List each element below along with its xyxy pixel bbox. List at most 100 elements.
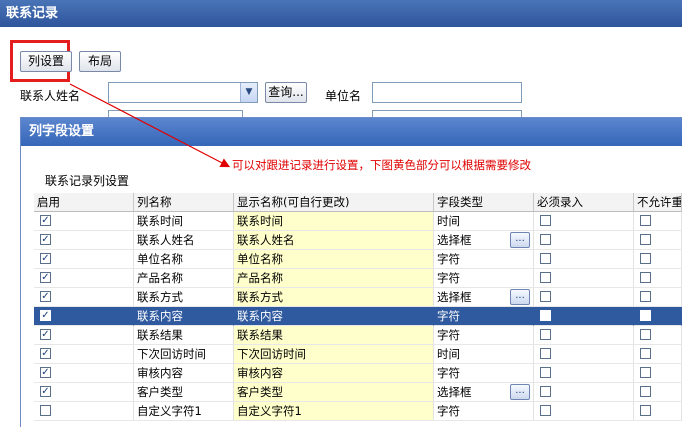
contact-name-combo[interactable]: ▼ (108, 82, 258, 103)
enabled-cell[interactable]: ✓ (34, 307, 134, 326)
required-checkbox[interactable] (540, 329, 551, 340)
chevron-down-icon[interactable]: ▼ (240, 83, 257, 102)
unique-checkbox[interactable] (640, 253, 651, 264)
display-name-cell[interactable]: 联系结果 (234, 326, 434, 345)
required-cell[interactable] (534, 307, 634, 326)
required-checkbox[interactable] (540, 310, 551, 321)
unique-cell[interactable] (634, 345, 682, 364)
unique-cell[interactable] (634, 383, 682, 402)
required-checkbox[interactable] (540, 234, 551, 245)
header-unique[interactable]: 不允许重复 (634, 193, 682, 212)
unique-cell[interactable] (634, 269, 682, 288)
enabled-cell[interactable]: ✓ (34, 383, 134, 402)
table-row[interactable]: ✓ 下次回访时间 下次回访时间 时间 (34, 345, 682, 364)
table-row[interactable]: ✓ 审核内容 审核内容 字符 (34, 364, 682, 383)
query-button[interactable]: 查询... (265, 82, 307, 103)
required-cell[interactable] (534, 402, 634, 421)
company-input[interactable] (372, 82, 522, 103)
unique-cell[interactable] (634, 326, 682, 345)
enabled-checkbox[interactable]: ✓ (40, 310, 51, 321)
unique-checkbox[interactable] (640, 291, 651, 302)
display-name-cell[interactable]: 联系人姓名 (234, 231, 434, 250)
unique-cell[interactable] (634, 212, 682, 231)
required-checkbox[interactable] (540, 405, 551, 416)
display-name-cell[interactable]: 联系时间 (234, 212, 434, 231)
required-cell[interactable] (534, 250, 634, 269)
display-name-cell[interactable]: 联系内容 (234, 307, 434, 326)
unique-checkbox[interactable] (640, 234, 651, 245)
enabled-checkbox[interactable]: ✓ (40, 367, 51, 378)
unique-checkbox[interactable] (640, 310, 651, 321)
unique-cell[interactable] (634, 402, 682, 421)
required-cell[interactable] (534, 288, 634, 307)
field-type-cell[interactable]: 选择框... (434, 383, 534, 402)
table-row[interactable]: ✓ 单位名称 单位名称 字符 (34, 250, 682, 269)
header-display-name[interactable]: 显示名称(可自行更改) (234, 193, 434, 212)
required-checkbox[interactable] (540, 367, 551, 378)
enabled-checkbox[interactable]: ✓ (40, 348, 51, 359)
layout-button[interactable]: 布局 (79, 51, 121, 72)
unique-checkbox[interactable] (640, 386, 651, 397)
table-row[interactable]: ✓ 联系内容 联系内容 字符 (34, 307, 682, 326)
table-row[interactable]: ✓ 客户类型 客户类型 选择框... (34, 383, 682, 402)
display-name-cell[interactable]: 下次回访时间 (234, 345, 434, 364)
unique-checkbox[interactable] (640, 272, 651, 283)
display-name-cell[interactable]: 联系方式 (234, 288, 434, 307)
display-name-cell[interactable]: 客户类型 (234, 383, 434, 402)
required-checkbox[interactable] (540, 348, 551, 359)
field-type-cell[interactable]: 字符 (434, 326, 534, 345)
required-checkbox[interactable] (540, 215, 551, 226)
unique-checkbox[interactable] (640, 367, 651, 378)
enabled-cell[interactable]: ✓ (34, 345, 134, 364)
enabled-cell[interactable]: ✓ (34, 231, 134, 250)
unique-checkbox[interactable] (640, 348, 651, 359)
required-cell[interactable] (534, 326, 634, 345)
required-cell[interactable] (534, 231, 634, 250)
required-cell[interactable] (534, 269, 634, 288)
header-column-name[interactable]: 列名称 (134, 193, 234, 212)
display-name-cell[interactable]: 单位名称 (234, 250, 434, 269)
enabled-cell[interactable]: ✓ (34, 364, 134, 383)
enabled-cell[interactable]: ✓ (34, 288, 134, 307)
ellipsis-icon[interactable]: ... (510, 232, 530, 248)
table-row[interactable]: 自定义字符1 自定义字符1 字符 (34, 402, 682, 421)
enabled-checkbox[interactable]: ✓ (40, 234, 51, 245)
enabled-checkbox[interactable]: ✓ (40, 272, 51, 283)
header-required[interactable]: 必须录入 (534, 193, 634, 212)
enabled-checkbox[interactable]: ✓ (40, 253, 51, 264)
required-cell[interactable] (534, 383, 634, 402)
header-field-type[interactable]: 字段类型 (434, 193, 534, 212)
unique-checkbox[interactable] (640, 405, 651, 416)
field-type-cell[interactable]: 字符 (434, 250, 534, 269)
ellipsis-icon[interactable]: ... (510, 384, 530, 400)
enabled-checkbox[interactable] (40, 405, 51, 416)
field-type-cell[interactable]: 字符 (434, 307, 534, 326)
field-type-cell[interactable]: 选择框... (434, 231, 534, 250)
enabled-cell[interactable]: ✓ (34, 212, 134, 231)
display-name-cell[interactable]: 产品名称 (234, 269, 434, 288)
required-checkbox[interactable] (540, 291, 551, 302)
column-settings-button[interactable]: 列设置 (20, 51, 72, 72)
unique-cell[interactable] (634, 364, 682, 383)
table-row[interactable]: ✓ 联系方式 联系方式 选择框... (34, 288, 682, 307)
enabled-cell[interactable] (34, 402, 134, 421)
required-checkbox[interactable] (540, 253, 551, 264)
required-cell[interactable] (534, 212, 634, 231)
required-cell[interactable] (534, 345, 634, 364)
enabled-cell[interactable]: ✓ (34, 250, 134, 269)
enabled-cell[interactable]: ✓ (34, 269, 134, 288)
unique-checkbox[interactable] (640, 329, 651, 340)
field-type-cell[interactable]: 字符 (434, 364, 534, 383)
field-type-cell[interactable]: 字符 (434, 402, 534, 421)
enabled-checkbox[interactable]: ✓ (40, 215, 51, 226)
table-row[interactable]: ✓ 联系时间 联系时间 时间 (34, 212, 682, 231)
unique-checkbox[interactable] (640, 215, 651, 226)
unique-cell[interactable] (634, 307, 682, 326)
unique-cell[interactable] (634, 288, 682, 307)
table-row[interactable]: ✓ 联系人姓名 联系人姓名 选择框... (34, 231, 682, 250)
table-row[interactable]: ✓ 产品名称 产品名称 字符 (34, 269, 682, 288)
display-name-cell[interactable]: 自定义字符1 (234, 402, 434, 421)
table-row[interactable]: ✓ 联系结果 联系结果 字符 (34, 326, 682, 345)
enabled-checkbox[interactable]: ✓ (40, 291, 51, 302)
field-type-cell[interactable]: 时间 (434, 345, 534, 364)
